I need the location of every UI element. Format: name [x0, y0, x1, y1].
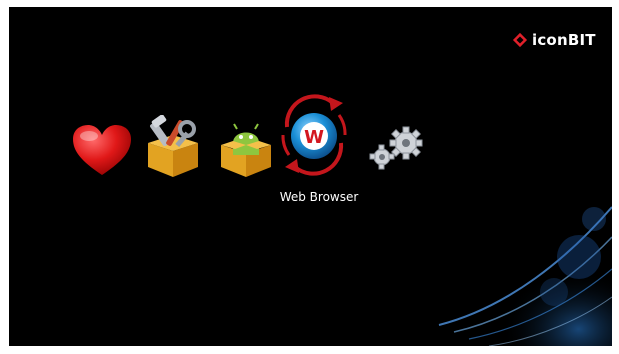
android-box-icon[interactable]: [215, 115, 277, 179]
launcher-screen: iconBIT W Web Browser: [9, 7, 612, 346]
selected-item-caption: Web Browser: [279, 190, 359, 204]
brand-diamond-icon: [512, 32, 528, 48]
tools-box-icon[interactable]: [142, 115, 204, 179]
svg-text:W: W: [304, 127, 324, 148]
brand-name: iconBIT: [532, 31, 596, 49]
heart-icon[interactable]: [71, 123, 133, 177]
settings-gears-icon[interactable]: [366, 125, 428, 171]
brand-logo: iconBIT: [512, 29, 596, 51]
web-browser-icon[interactable]: W: [277, 93, 351, 179]
